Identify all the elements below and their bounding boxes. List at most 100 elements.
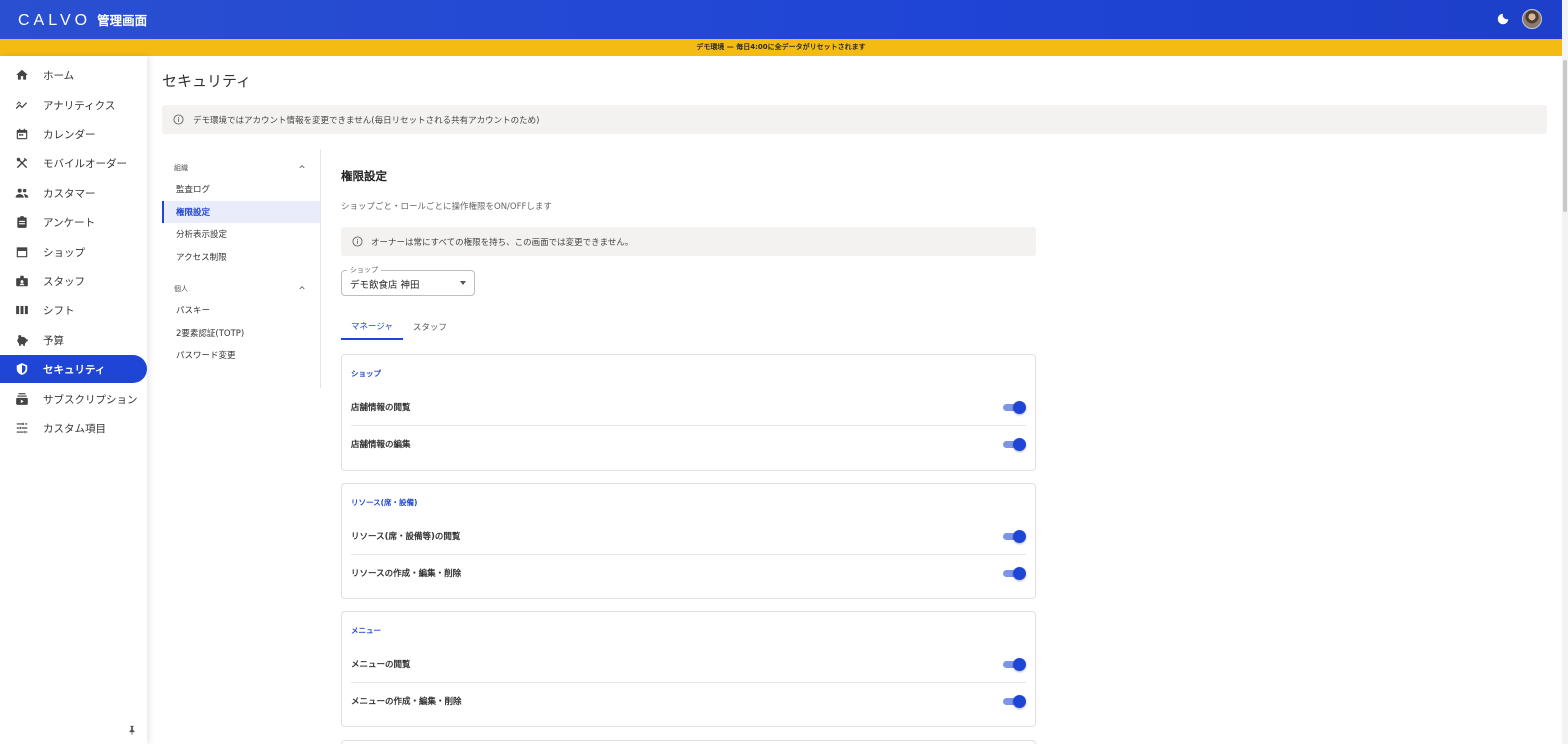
chevron-up-icon[interactable] (298, 163, 306, 171)
sidebar-item-survey[interactable]: アンケート (0, 208, 147, 236)
sidebar-item-label: 予算 (43, 334, 64, 347)
columns-icon (15, 303, 29, 317)
sidebar-item-label: モバイルオーダー (43, 157, 127, 170)
subnav-group-organization: 組織 (174, 164, 188, 172)
permission-card-shop: ショップ 店舗情報の閲覧 店舗情報の編集 (341, 354, 1036, 471)
permission-toggle[interactable] (1002, 567, 1026, 580)
permission-toggle[interactable] (1002, 530, 1026, 543)
tab-manager[interactable]: マネージャ (341, 313, 403, 340)
alert-text: デモ環境ではアカウント情報を変更できません(毎日リセットされる共有アカウントのた… (193, 115, 540, 126)
brand-logo: CALVO (18, 11, 92, 29)
sidebar-item-analytics[interactable]: アナリティクス (0, 91, 147, 119)
permission-row: メニューの作成・編集・削除 (351, 682, 1026, 718)
shop-select[interactable]: ショップ デモ飲食店 神田 (341, 265, 475, 296)
piggy-bank-icon (15, 333, 29, 347)
subnav-item-analytics-display[interactable]: 分析表示設定 (162, 223, 320, 245)
permission-label: リソースの作成・編集・削除 (351, 568, 462, 579)
dark-mode-icon[interactable] (1496, 12, 1510, 26)
sidebar-item-budget[interactable]: 予算 (0, 326, 147, 354)
permission-label: メニューの作成・編集・削除 (351, 696, 462, 707)
sidebar-item-label: ショップ (43, 246, 85, 259)
permission-toggle[interactable] (1002, 438, 1026, 451)
sidebar-item-subscription[interactable]: サブスクリプション (0, 385, 147, 413)
owner-note-text: オーナーは常にすべての権限を持ち、この画面では変更できません。 (371, 237, 634, 248)
sidebar-item-calendar[interactable]: カレンダー (0, 120, 147, 148)
scrollbar-thumb[interactable] (1563, 60, 1567, 212)
cutlery-icon (15, 156, 29, 170)
section-title: 権限設定 (341, 169, 387, 183)
permission-label: 店舗情報の閲覧 (351, 403, 411, 413)
analytics-icon (15, 98, 29, 112)
permission-toggle[interactable] (1002, 658, 1026, 671)
subnav-item-access-restriction[interactable]: アクセス制限 (162, 246, 320, 268)
card-title: リソース(席・設備) (351, 498, 418, 507)
subnav-item-permissions[interactable]: 権限設定 (162, 201, 320, 223)
sidebar-item-label: ホーム (43, 69, 75, 82)
sidebar-item-label: アンケート (43, 216, 96, 229)
pin-icon[interactable] (127, 724, 137, 736)
chevron-up-icon[interactable] (298, 284, 306, 292)
section-description: ショップごと・ロールごとに操作権限をON/OFFします (341, 202, 552, 212)
role-tabs: マネージャ スタッフ (341, 313, 457, 340)
page-title: セキュリティ (162, 72, 252, 90)
sidebar-item-label: シフト (43, 304, 75, 317)
sidebar-item-label: セキュリティ (43, 363, 106, 376)
security-subnav: 組織 監査ログ 権限設定 分析表示設定 アクセス制限 個人 パスキー 2要素認証… (162, 150, 321, 388)
permission-row: 店舗情報の閲覧 (351, 389, 1026, 425)
store-icon (15, 245, 29, 259)
sidebar-item-label: スタッフ (43, 275, 85, 288)
sidebar-item-label: カスタム項目 (43, 422, 106, 435)
sidebar-item-label: カスタマー (43, 187, 96, 200)
permission-label: 店舗情報の編集 (351, 439, 411, 450)
permission-card-menu: メニュー メニューの閲覧 メニューの作成・編集・削除 (341, 611, 1036, 727)
sidebar: ホーム アナリティクス カレンダー モバイルオーダー カスタマー アンケート シ… (0, 56, 147, 744)
clipboard-icon (15, 215, 29, 229)
info-icon (352, 236, 363, 247)
info-icon (173, 114, 184, 125)
sidebar-item-custom-fields[interactable]: カスタム項目 (0, 414, 147, 442)
subnav-item-audit-log[interactable]: 監査ログ (162, 178, 320, 200)
app-bar: CALVO 管理画面 (0, 0, 1562, 39)
brand[interactable]: CALVO 管理画面 (18, 10, 147, 30)
permission-card-next (341, 740, 1036, 744)
tune-icon (15, 421, 29, 435)
sidebar-item-customer[interactable]: カスタマー (0, 179, 147, 207)
sidebar-item-staff[interactable]: スタッフ (0, 267, 147, 295)
shield-icon (15, 362, 29, 376)
subnav-item-passkey[interactable]: パスキー (162, 299, 320, 321)
card-title: ショップ (351, 369, 381, 378)
permission-card-resources: リソース(席・設備) リソース(席・設備等)の閲覧 リソースの作成・編集・削除 (341, 483, 1036, 599)
demo-account-alert: デモ環境ではアカウント情報を変更できません(毎日リセットされる共有アカウントのた… (162, 105, 1547, 134)
owner-note-alert: オーナーは常にすべての権限を持ち、この画面では変更できません。 (341, 227, 1036, 256)
permission-row: メニューの閲覧 (351, 646, 1026, 682)
brand-subtitle: 管理画面 (97, 12, 148, 28)
sidebar-item-mobile-order[interactable]: モバイルオーダー (0, 149, 147, 177)
shop-select-label: ショップ (347, 265, 381, 275)
badge-icon (15, 274, 29, 288)
permission-row: リソースの作成・編集・削除 (351, 554, 1026, 590)
permission-row: 店舗情報の編集 (351, 425, 1026, 461)
sidebar-item-label: カレンダー (43, 128, 96, 141)
scrollbar[interactable] (1562, 0, 1568, 744)
subnav-item-totp[interactable]: 2要素認証(TOTP) (162, 322, 320, 344)
permission-row: リソース(席・設備等)の閲覧 (351, 518, 1026, 554)
sidebar-item-shop[interactable]: ショップ (0, 238, 147, 266)
sidebar-item-label: サブスクリプション (43, 393, 138, 406)
permission-toggle[interactable] (1002, 695, 1026, 708)
permission-label: メニューの閲覧 (351, 660, 411, 670)
sidebar-item-home[interactable]: ホーム (0, 61, 147, 89)
permission-label: リソース(席・設備等)の閲覧 (351, 532, 461, 542)
tab-staff[interactable]: スタッフ (403, 313, 457, 340)
sidebar-item-security[interactable]: セキュリティ (0, 355, 147, 383)
card-title: メニュー (351, 626, 381, 635)
subnav-item-password-change[interactable]: パスワード変更 (162, 344, 320, 366)
subscriptions-icon (15, 392, 29, 406)
avatar[interactable] (1522, 9, 1542, 29)
subnav-group-personal: 個人 (174, 285, 188, 293)
sidebar-item-label: アナリティクス (43, 99, 116, 112)
permission-toggle[interactable] (1002, 401, 1026, 414)
home-icon (15, 68, 29, 82)
caret-down-icon (460, 281, 466, 285)
people-icon (15, 186, 29, 200)
sidebar-item-shift[interactable]: シフト (0, 296, 147, 324)
